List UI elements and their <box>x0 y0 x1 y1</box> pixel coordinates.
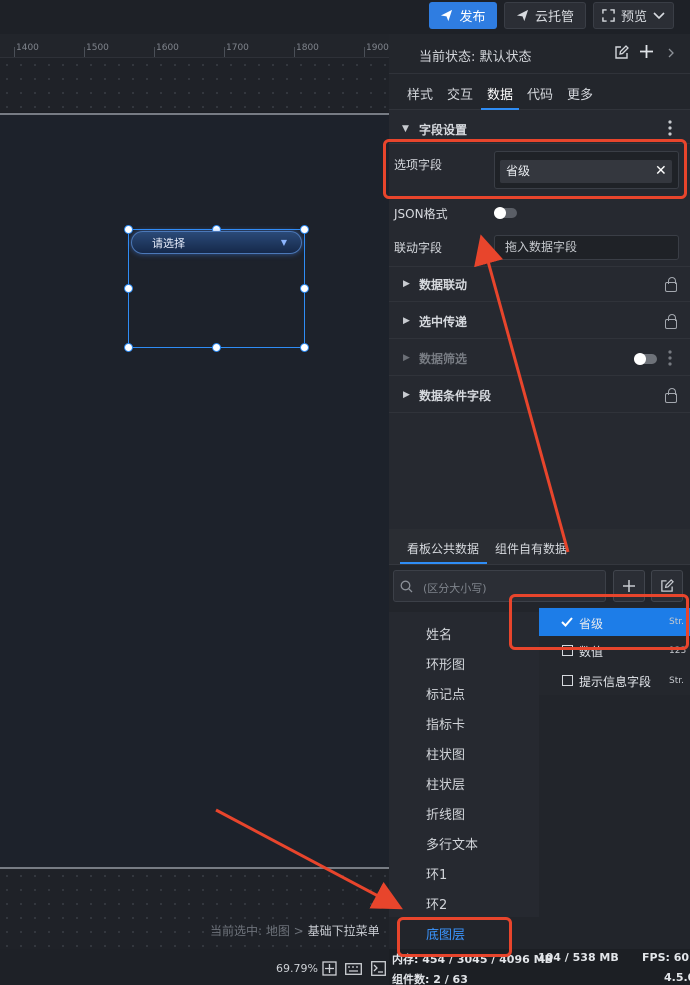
link-field-dropzone[interactable]: 拖入数据字段 <box>494 235 679 260</box>
resize-handle[interactable] <box>124 284 133 293</box>
annotation-box-active-dataset <box>397 917 512 957</box>
fullscreen-icon <box>602 9 615 22</box>
component-count: 组件数: 2 / 63 <box>392 973 468 985</box>
preview-label: 预览 <box>620 10 647 25</box>
dataset-item[interactable]: 多行文本 <box>426 834 478 853</box>
more-vertical-icon[interactable] <box>668 120 672 140</box>
resize-handle[interactable] <box>124 343 133 352</box>
dropdown-menu-widget[interactable]: 请选择 ▼ <box>131 231 302 254</box>
send-icon <box>441 9 453 22</box>
resize-handle[interactable] <box>300 343 309 352</box>
tab-board-public-data[interactable]: 看板公共数据 <box>407 540 479 557</box>
breadcrumb-prefix: 当前选中: 地图 > <box>210 924 304 938</box>
dataset-item[interactable]: 环形图 <box>426 654 465 673</box>
data-filter-toggle[interactable] <box>634 353 657 365</box>
dataset-item[interactable]: 姓名 <box>426 624 452 643</box>
link-field-label: 联动字段 <box>394 241 443 255</box>
json-format-toggle[interactable] <box>494 207 517 219</box>
ruler-label: 1600 <box>156 43 179 53</box>
tab-more[interactable]: 更多 <box>567 84 593 103</box>
lock-icon <box>665 388 677 403</box>
tab-style[interactable]: 样式 <box>407 84 433 103</box>
add-state-icon[interactable] <box>639 44 654 63</box>
ruler-label: 1700 <box>226 43 249 53</box>
section-title: 选中传递 <box>419 315 468 329</box>
terminal-icon[interactable] <box>369 960 387 977</box>
edit-icon[interactable] <box>614 45 629 64</box>
ruler-label: 1900 <box>366 43 389 53</box>
tab-data[interactable]: 数据 <box>487 84 513 103</box>
design-canvas[interactable] <box>0 115 389 867</box>
edit-icon <box>661 579 674 592</box>
field-checkbox[interactable] <box>562 675 573 686</box>
collapsed-triangle-icon: ▶ <box>403 390 410 400</box>
dropdown-placeholder: 请选择 <box>152 236 185 250</box>
resize-handle[interactable] <box>212 343 221 352</box>
top-toolbar <box>0 0 690 34</box>
search-icon <box>400 580 413 597</box>
resize-handle[interactable] <box>300 284 309 293</box>
canvas-margin-top <box>0 58 389 112</box>
cloud-hosting-button[interactable]: 云托管 <box>504 2 586 29</box>
gpu-memory-usage: 104 / 538 MB <box>538 951 619 964</box>
keyboard-icon[interactable] <box>344 960 362 977</box>
collapsed-triangle-icon: ▶ <box>403 353 410 363</box>
tab-component-own-data[interactable]: 组件自有数据 <box>495 540 567 557</box>
ruler-label: 1800 <box>296 43 319 53</box>
active-tab-indicator <box>400 562 487 564</box>
dataset-item[interactable]: 柱状层 <box>426 774 465 793</box>
json-format-label: JSON格式 <box>394 207 448 221</box>
current-state-label[interactable]: 当前状态: 默认状态 <box>419 46 532 65</box>
collapsed-triangle-icon: ▶ <box>403 279 410 289</box>
ruler-label: 1400 <box>16 43 39 53</box>
dataset-item[interactable]: 折线图 <box>426 804 465 823</box>
dataset-item[interactable]: 指标卡 <box>426 714 465 733</box>
lock-icon <box>665 314 677 329</box>
annotation-box-selected-field <box>509 594 689 650</box>
lock-icon <box>665 277 677 292</box>
fps-counter: FPS: 60 <box>642 951 690 964</box>
resize-handle[interactable] <box>300 225 309 234</box>
selection-breadcrumb: 当前选中: 地图 > 基础下拉菜单 <box>210 922 380 939</box>
ruler-label: 1500 <box>86 43 109 53</box>
section-title: 数据条件字段 <box>419 389 492 403</box>
search-placeholder: (区分大小写) <box>423 582 487 595</box>
dataset-item[interactable]: 柱状图 <box>426 744 465 763</box>
section-title: 数据筛选 <box>419 352 468 366</box>
tab-code[interactable]: 代码 <box>527 84 553 103</box>
dataset-item[interactable]: 环2 <box>426 894 447 913</box>
resize-handle[interactable] <box>124 225 133 234</box>
publish-label: 发布 <box>459 10 486 25</box>
section-title: 数据联动 <box>419 278 468 292</box>
breadcrumb-current: 基础下拉菜单 <box>307 924 380 938</box>
version-label: 4.5.0 <box>664 971 690 984</box>
horizontal-ruler: 1400 1500 1600 1700 1800 1900 <box>0 34 389 58</box>
fit-screen-icon[interactable] <box>320 960 338 977</box>
cloud-label: 云托管 <box>534 10 574 25</box>
field-name: 提示信息字段 <box>579 675 652 689</box>
collapsed-triangle-icon: ▶ <box>403 316 410 326</box>
field-type: Str. <box>669 676 684 686</box>
tab-interaction[interactable]: 交互 <box>447 84 473 103</box>
chevron-down-icon <box>653 11 665 19</box>
publish-button[interactable]: 发布 <box>429 2 497 29</box>
more-vertical-icon[interactable] <box>668 350 672 370</box>
dataset-item[interactable]: 标记点 <box>426 684 465 703</box>
preview-button[interactable]: 预览 <box>593 2 674 29</box>
chevron-right-icon[interactable] <box>667 47 675 62</box>
caret-down-icon: ▼ <box>280 238 287 247</box>
dataset-item[interactable]: 环1 <box>426 864 447 883</box>
annotation-box-option-field <box>383 139 687 199</box>
plus-icon <box>623 580 635 592</box>
field-settings-title: 字段设置 <box>419 123 468 137</box>
expanded-triangle-icon: ▼ <box>402 124 409 134</box>
send-icon <box>516 9 529 22</box>
zoom-level[interactable]: 69.79% <box>276 962 318 975</box>
